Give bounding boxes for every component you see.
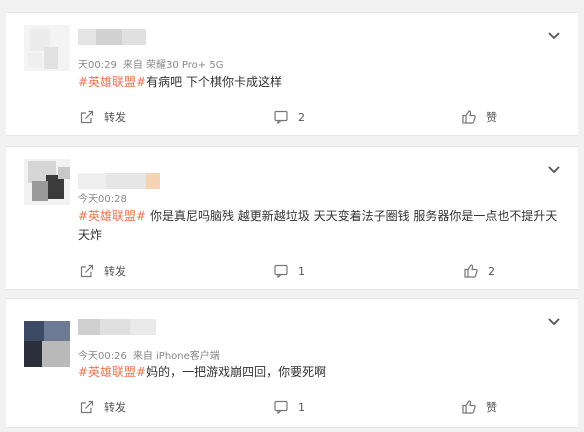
like-label: 赞 [486,401,497,414]
repost-button[interactable]: 转发 [80,395,126,419]
post-source: 来自 iPhone客户端 [132,351,220,362]
repost-label: 转发 [104,265,126,278]
topic-link[interactable]: #英雄联盟# [78,75,146,89]
avatar[interactable] [24,159,70,205]
weibo-comment-card: 天00:29 来自 荣耀30 Pro+ 5G #英雄联盟#有病吧 下个棋你卡成这样… [6,12,578,136]
like-button[interactable]: 赞 [462,395,497,419]
post-time: 今天00:28 [78,194,127,205]
like-label: 赞 [486,111,497,124]
repost-icon [80,264,94,278]
repost-icon [80,110,94,124]
action-bar: 转发 2 赞 [6,105,578,129]
comment-button[interactable]: 2 [274,105,305,129]
avatar[interactable] [24,25,70,71]
post-text: #英雄联盟#妈的，一把游戏崩四回，你要死啊 [78,363,568,382]
post-time: 天00:29 [78,60,117,71]
action-bar: 转发 1 2 [6,259,578,283]
comment-button[interactable]: 1 [274,395,305,419]
repost-button[interactable]: 转发 [80,105,126,129]
comment-count: 1 [298,400,305,414]
like-icon [462,400,476,414]
repost-icon [80,400,94,414]
action-bar: 转发 1 赞 [6,395,578,419]
chevron-down-icon[interactable] [546,27,562,43]
like-count: 2 [488,264,495,278]
chevron-down-icon[interactable] [546,161,562,177]
post-text: #英雄联盟# 你是真尼吗脑残 越更新越垃圾 天天变着法子圈钱 服务器你是一点也不… [78,207,568,245]
post-body: 你是真尼吗脑残 越更新越垃圾 天天变着法子圈钱 服务器你是一点也不提升天天炸 [78,209,558,242]
repost-button[interactable]: 转发 [80,259,126,283]
comment-count: 1 [298,264,305,278]
weibo-comment-card: 今天00:28 #英雄联盟# 你是真尼吗脑残 越更新越垃圾 天天变着法子圈钱 服… [6,146,578,290]
post-source: 来自 荣耀30 Pro+ 5G [122,60,224,71]
like-button[interactable]: 2 [464,259,495,283]
like-button[interactable]: 赞 [462,105,497,129]
post-body: 有病吧 下个棋你卡成这样 [146,75,282,89]
post-text: #英雄联盟#有病吧 下个棋你卡成这样 [78,73,568,92]
like-icon [464,264,478,278]
post-meta: 今天00:26 来自 iPhone客户端 [78,347,220,362]
repost-label: 转发 [104,111,126,124]
comment-icon [274,110,288,124]
weibo-comment-card: 今天00:26 来自 iPhone客户端 #英雄联盟#妈的，一把游戏崩四回，你要死… [6,298,578,428]
comment-icon [274,400,288,414]
topic-link[interactable]: #英雄联盟# [78,365,146,379]
repost-label: 转发 [104,401,126,414]
topic-link[interactable]: #英雄联盟# [78,209,146,223]
chevron-down-icon[interactable] [546,313,562,329]
post-meta: 天00:29 来自 荣耀30 Pro+ 5G [78,56,223,71]
like-icon [462,110,476,124]
avatar[interactable] [24,321,70,367]
post-time: 今天00:26 [78,351,127,362]
comment-button[interactable]: 1 [274,259,305,283]
post-body: 妈的，一把游戏崩四回，你要死啊 [146,365,327,379]
comment-count: 2 [298,110,305,124]
post-meta: 今天00:28 [78,190,133,205]
comment-icon [274,264,288,278]
